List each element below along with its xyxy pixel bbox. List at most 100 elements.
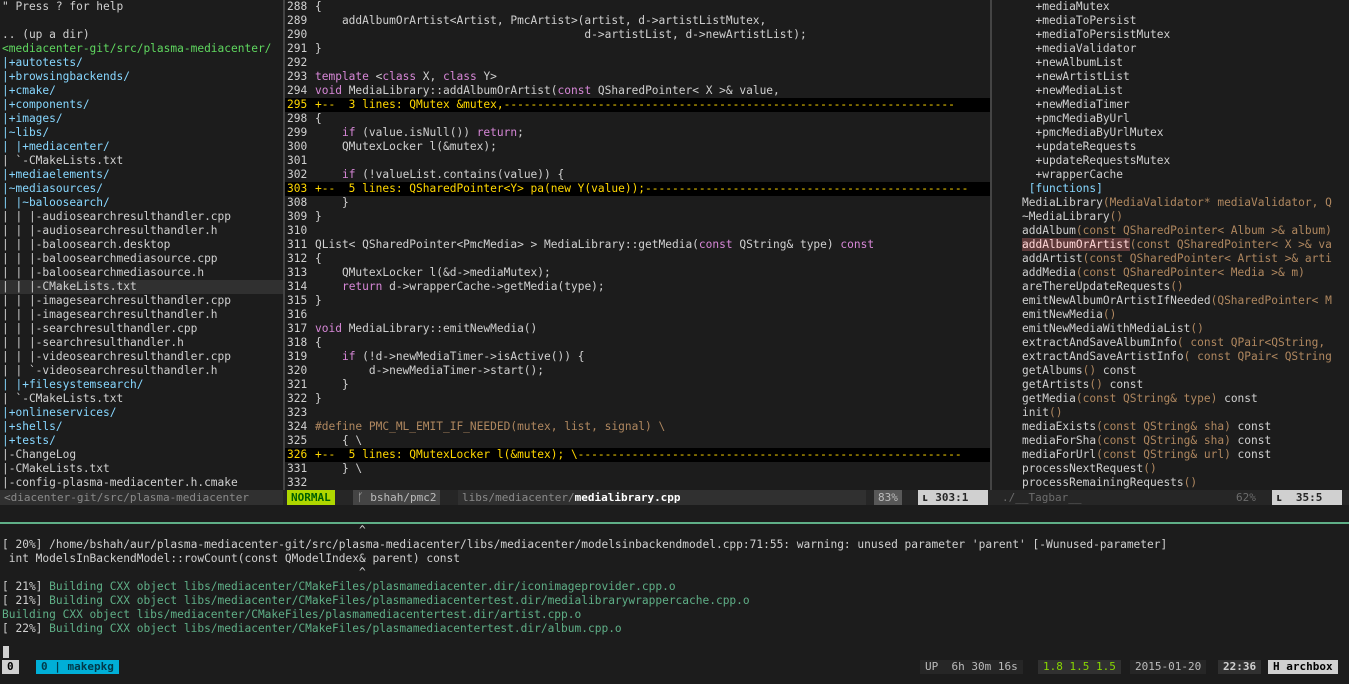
- tree-entry[interactable]: | | |-audiosearchresulthandler.h: [0, 224, 283, 238]
- tree-entry[interactable]: | | |-CMakeLists.txt: [0, 280, 283, 294]
- tree-entry[interactable]: [0, 14, 283, 28]
- code-line[interactable]: 325 { \: [285, 434, 990, 448]
- tree-entry[interactable]: " Press ? for help: [0, 0, 283, 14]
- tag-entry[interactable]: addAlbumOrArtist(const QSharedPointer< X…: [994, 238, 1349, 252]
- tree-entry[interactable]: | | |-videosearchresulthandler.cpp: [0, 350, 283, 364]
- code-fold[interactable]: 303 +-- 5 lines: QSharedPointer<Y> pa(new…: [285, 182, 990, 196]
- tree-entry[interactable]: | |~baloosearch/: [0, 196, 283, 210]
- tag-entry[interactable]: +newMediaTimer: [994, 98, 1349, 112]
- tag-entry[interactable]: processNextRequest(): [994, 462, 1349, 476]
- tag-entry[interactable]: areThereUpdateRequests(): [994, 280, 1349, 294]
- tag-entry[interactable]: +mediaValidator: [994, 42, 1349, 56]
- tag-entry[interactable]: +mediaMutex: [994, 0, 1349, 14]
- tree-entry[interactable]: |+images/: [0, 112, 283, 126]
- tag-kind-header[interactable]: [functions]: [994, 182, 1349, 196]
- tag-entry[interactable]: +wrapperCache: [994, 168, 1349, 182]
- tree-entry[interactable]: | `-CMakeLists.txt: [0, 154, 283, 168]
- tmux-session[interactable]: 0: [2, 660, 19, 674]
- source-code-panel[interactable]: 288 {289 addAlbumOrArtist<Artist, PmcArti…: [285, 0, 990, 490]
- tree-entry[interactable]: | |+filesystemsearch/: [0, 378, 283, 392]
- tag-entry[interactable]: +updateRequests: [994, 140, 1349, 154]
- tmux-window-tab[interactable]: 0 | makepkg: [36, 660, 119, 674]
- code-fold[interactable]: 326 +-- 5 lines: QMutexLocker l(&mutex); …: [285, 448, 990, 462]
- tree-entry[interactable]: .. (up a dir): [0, 28, 283, 42]
- tree-entry[interactable]: |-ChangeLog: [0, 448, 283, 462]
- tree-entry[interactable]: | | |-audiosearchresulthandler.cpp: [0, 210, 283, 224]
- tagbar-panel[interactable]: +mediaMutex +mediaToPersist +mediaToPers…: [994, 0, 1349, 490]
- tag-entry[interactable]: addMedia(const QSharedPointer< Media >& …: [994, 266, 1349, 280]
- code-line[interactable]: 300 QMutexLocker l(&mutex);: [285, 140, 990, 154]
- nerdtree-panel[interactable]: " Press ? for help .. (up a dir) <mediacen…: [0, 0, 283, 490]
- code-line[interactable]: 332: [285, 476, 990, 490]
- code-line[interactable]: 319 if (!d->newMediaTimer->isActive()) {: [285, 350, 990, 364]
- tree-entry[interactable]: |~mediasources/: [0, 182, 283, 196]
- tree-entry[interactable]: | | |-baloosearchmediasource.h: [0, 266, 283, 280]
- code-line[interactable]: 291}: [285, 42, 990, 56]
- tree-entry[interactable]: | `-CMakeLists.txt: [0, 392, 283, 406]
- vertical-split-right[interactable]: [990, 0, 992, 490]
- code-line[interactable]: 323: [285, 406, 990, 420]
- tree-entry[interactable]: |+shells/: [0, 420, 283, 434]
- code-line[interactable]: 301: [285, 154, 990, 168]
- code-line[interactable]: 322}: [285, 392, 990, 406]
- tree-entry[interactable]: | | `-videosearchresulthandler.h: [0, 364, 283, 378]
- tag-entry[interactable]: getArtists() const: [994, 378, 1349, 392]
- tree-entry[interactable]: |~libs/: [0, 126, 283, 140]
- code-fold[interactable]: 295 +-- 3 lines: QMutex &mutex,----------…: [285, 98, 990, 112]
- code-line[interactable]: 324 #define PMC_ML_EMIT_IF_NEEDED(mutex, …: [285, 420, 990, 434]
- tag-entry[interactable]: getAlbums() const: [994, 364, 1349, 378]
- tag-entry[interactable]: extractAndSaveAlbumInfo( const QPair<QSt…: [994, 336, 1349, 350]
- tree-entry[interactable]: | | |-imagesearchresulthandler.cpp: [0, 294, 283, 308]
- tag-entry[interactable]: +newMediaList: [994, 84, 1349, 98]
- code-line[interactable]: 315}: [285, 294, 990, 308]
- code-line[interactable]: 292: [285, 56, 990, 70]
- code-line[interactable]: 290 d->artistList, d->newArtistList);: [285, 28, 990, 42]
- code-line[interactable]: 302 if (!valueList.contains(value)) {: [285, 168, 990, 182]
- tag-entry[interactable]: extractAndSaveArtistInfo( const QPair< Q…: [994, 350, 1349, 364]
- tree-entry[interactable]: |-config-plasma-mediacenter.h.cmake: [0, 476, 283, 490]
- tag-entry[interactable]: addArtist(const QSharedPointer< Artist >…: [994, 252, 1349, 266]
- code-line[interactable]: 310: [285, 224, 990, 238]
- tree-entry[interactable]: | | |-baloosearchmediasource.cpp: [0, 252, 283, 266]
- tag-entry[interactable]: +newAlbumList: [994, 56, 1349, 70]
- code-line[interactable]: 331 } \: [285, 462, 990, 476]
- code-line[interactable]: 314 return d->wrapperCache->getMedia(typ…: [285, 280, 990, 294]
- tree-entry[interactable]: | |+mediacenter/: [0, 140, 283, 154]
- code-line[interactable]: 294 void MediaLibrary::addAlbumOrArtist(c…: [285, 84, 990, 98]
- tree-entry[interactable]: | | |-imagesearchresulthandler.h: [0, 308, 283, 322]
- tag-entry[interactable]: +updateRequestsMutex: [994, 154, 1349, 168]
- tree-entry[interactable]: | | |-baloosearch.desktop: [0, 238, 283, 252]
- tag-entry[interactable]: mediaForSha(const QString& sha) const: [994, 434, 1349, 448]
- tree-entry[interactable]: |+cmake/: [0, 84, 283, 98]
- tree-entry[interactable]: |+onlineservices/: [0, 406, 283, 420]
- tree-entry[interactable]: |+mediaelements/: [0, 168, 283, 182]
- tag-entry[interactable]: ~MediaLibrary(): [994, 210, 1349, 224]
- tag-entry[interactable]: +newArtistList: [994, 70, 1349, 84]
- tag-entry[interactable]: init(): [994, 406, 1349, 420]
- tree-entry[interactable]: |-CMakeLists.txt: [0, 462, 283, 476]
- code-line[interactable]: 289 addAlbumOrArtist<Artist, PmcArtist>(…: [285, 14, 990, 28]
- tree-entry[interactable]: |+autotests/: [0, 56, 283, 70]
- code-line[interactable]: 288 {: [285, 0, 990, 14]
- tree-entry[interactable]: <mediacenter-git/src/plasma-mediacenter/: [0, 42, 283, 56]
- code-line[interactable]: 311 QList< QSharedPointer<PmcMedia> > Med…: [285, 238, 990, 252]
- code-line[interactable]: 316: [285, 308, 990, 322]
- code-line[interactable]: 312 {: [285, 252, 990, 266]
- code-line[interactable]: 308 }: [285, 196, 990, 210]
- vim-editor[interactable]: " Press ? for help .. (up a dir) <mediacen…: [0, 0, 1349, 505]
- tag-entry[interactable]: mediaForUrl(const QString& url) const: [994, 448, 1349, 462]
- tag-entry[interactable]: +mediaToPersist: [994, 14, 1349, 28]
- code-line[interactable]: 293 template <class X, class Y>: [285, 70, 990, 84]
- tag-entry[interactable]: getMedia(const QString& type) const: [994, 392, 1349, 406]
- tree-entry[interactable]: | | |-searchresulthandler.h: [0, 336, 283, 350]
- tree-entry[interactable]: |+tests/: [0, 434, 283, 448]
- tag-entry[interactable]: +mediaToPersistMutex: [994, 28, 1349, 42]
- code-line[interactable]: 299 if (value.isNull()) return;: [285, 126, 990, 140]
- code-line[interactable]: 320 d->newMediaTimer->start();: [285, 364, 990, 378]
- tag-entry[interactable]: addAlbum(const QSharedPointer< Album >& …: [994, 224, 1349, 238]
- tree-entry[interactable]: | | |-searchresulthandler.cpp: [0, 322, 283, 336]
- code-line[interactable]: 313 QMutexLocker l(&d->mediaMutex);: [285, 266, 990, 280]
- tag-entry[interactable]: +pmcMediaByUrl: [994, 112, 1349, 126]
- code-line[interactable]: 317 void MediaLibrary::emitNewMedia(): [285, 322, 990, 336]
- tree-entry[interactable]: |+components/: [0, 98, 283, 112]
